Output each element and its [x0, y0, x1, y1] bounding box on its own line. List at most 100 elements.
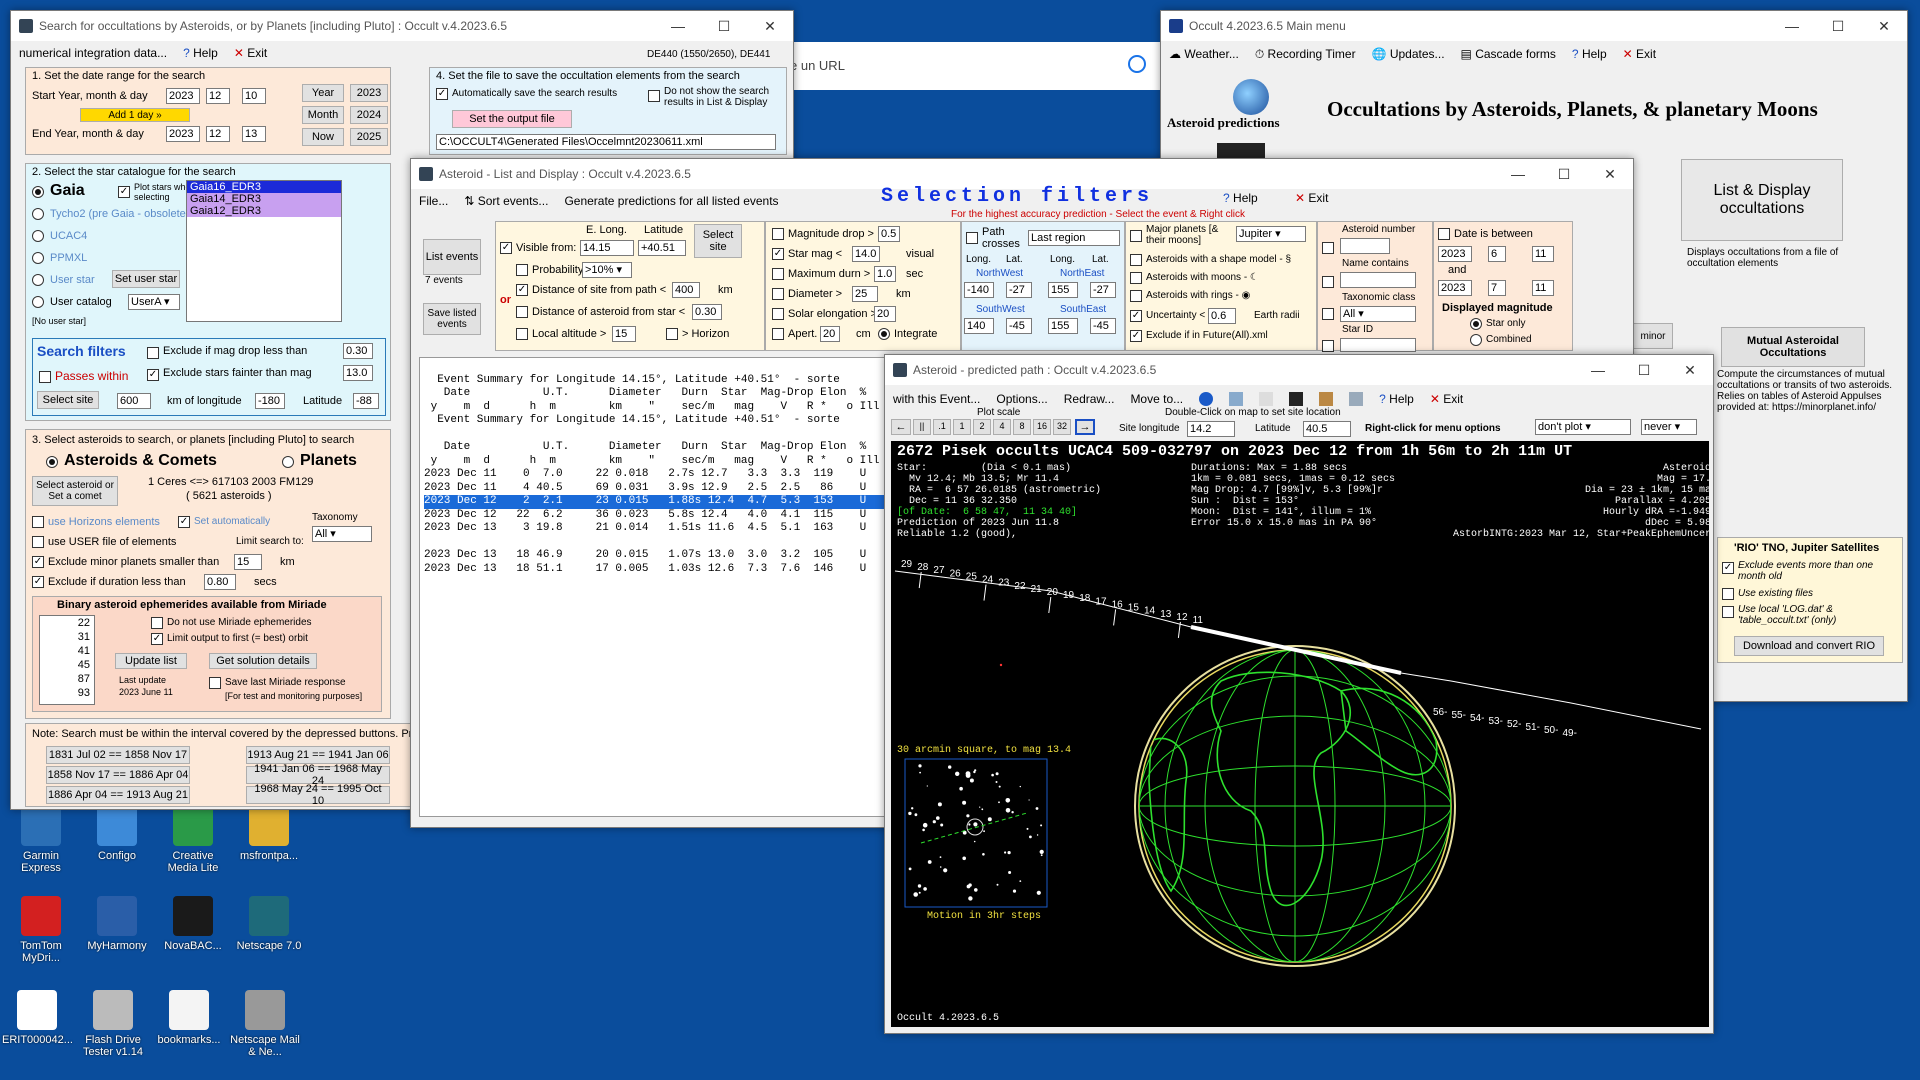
- select-asteroid-button[interactable]: Select asteroid or Set a comet: [32, 476, 118, 506]
- with-rings-checkbox[interactable]: [1130, 290, 1142, 302]
- ast-number-input[interactable]: [1340, 238, 1390, 254]
- minimize-button[interactable]: —: [1575, 355, 1621, 385]
- save-last-checkbox[interactable]: [209, 677, 221, 689]
- event-row[interactable]: [424, 536, 888, 550]
- desktop-icon[interactable]: MyHarmony: [82, 896, 152, 952]
- auto-save-checkbox[interactable]: ✓: [436, 88, 448, 100]
- dist-ast-checkbox[interactable]: [516, 306, 528, 318]
- interval-4[interactable]: 1941 Jan 06 == 1968 May 24: [246, 763, 390, 787]
- year-2025-button[interactable]: 2025: [350, 128, 388, 146]
- list-menu-help[interactable]: ? Help: [1223, 191, 1258, 205]
- desktop-icon[interactable]: TomTom MyDri...: [6, 896, 76, 964]
- menu-help[interactable]: ? Help: [1379, 392, 1414, 406]
- integrate-radio[interactable]: [878, 328, 890, 340]
- start-month[interactable]: 12: [206, 88, 230, 104]
- ne-lon[interactable]: 155: [1048, 282, 1078, 298]
- diameter-checkbox[interactable]: [772, 288, 784, 300]
- binary-item[interactable]: 41: [40, 644, 90, 658]
- rio-existing-checkbox[interactable]: [1722, 588, 1734, 600]
- set-output-button[interactable]: Set the output file: [452, 110, 572, 128]
- gaia-radio[interactable]: [32, 186, 44, 198]
- scale-button[interactable]: 16: [1033, 419, 1051, 435]
- chart-icon[interactable]: [1229, 392, 1244, 406]
- limit-first-checkbox[interactable]: ✓: [151, 633, 163, 645]
- earth-icon[interactable]: [1199, 392, 1214, 406]
- menu-cascade[interactable]: ▤ Cascade forms: [1461, 47, 1556, 61]
- combined-radio[interactable]: [1470, 334, 1482, 346]
- close-button[interactable]: ✕: [1587, 159, 1633, 189]
- user-catalog-select[interactable]: UserA ▾: [128, 294, 180, 310]
- set-auto-checkbox[interactable]: ✓: [178, 516, 190, 528]
- image-icon[interactable]: [1349, 392, 1364, 406]
- interval-3[interactable]: 1913 Aug 21 == 1941 Jan 06: [246, 746, 390, 764]
- list-events-button[interactable]: List events: [423, 239, 481, 275]
- se-lat[interactable]: -45: [1090, 318, 1116, 334]
- fainter-checkbox[interactable]: ✓: [147, 369, 159, 381]
- desktop-icon[interactable]: bookmarks...: [154, 990, 224, 1046]
- scale-button[interactable]: 1: [953, 419, 971, 435]
- minor-size-input[interactable]: 15: [234, 554, 262, 570]
- last-region-select[interactable]: Last region: [1028, 230, 1120, 246]
- exclude-minor-checkbox[interactable]: ✓: [32, 556, 44, 568]
- scale-button[interactable]: .1: [933, 419, 951, 435]
- interval-2[interactable]: 1886 Apr 04 == 1913 Aug 21: [46, 786, 190, 804]
- nw-lon[interactable]: -140: [964, 282, 994, 298]
- local-alt-input[interactable]: 15: [612, 326, 636, 342]
- menu-weather[interactable]: ☁ Weather...: [1169, 47, 1239, 61]
- interval-0[interactable]: 1831 Jul 02 == 1858 Nov 17: [46, 746, 190, 764]
- d1-month[interactable]: 6: [1488, 246, 1506, 262]
- gaia-list[interactable]: Gaia16_EDR3 Gaia14_EDR3 Gaia12_EDR3: [186, 180, 342, 322]
- binary-item[interactable]: 93: [40, 686, 90, 700]
- list-menu-exit[interactable]: ✕ Exit: [1295, 191, 1328, 205]
- scale-button[interactable]: 32: [1053, 419, 1071, 435]
- ast-number-checkbox[interactable]: [1322, 242, 1334, 254]
- mag-drop-input[interactable]: 0.30: [343, 343, 373, 359]
- menu-updates[interactable]: 🌐 Updates...: [1372, 47, 1445, 61]
- end-day[interactable]: 13: [242, 126, 266, 142]
- event-row[interactable]: 2023 Dec 11 0 7.0 22 0.018 2.7s 12.7 3.3…: [424, 468, 888, 482]
- local-alt-checkbox[interactable]: [516, 328, 528, 340]
- apert-input[interactable]: 20: [820, 326, 840, 342]
- date-between-checkbox[interactable]: [1438, 228, 1450, 240]
- mag-drop-checkbox[interactable]: [772, 228, 784, 240]
- close-button[interactable]: ✕: [747, 11, 793, 41]
- url-text[interactable]: e un URL: [790, 58, 845, 73]
- close-button[interactable]: ✕: [1667, 355, 1713, 385]
- elong-input[interactable]: 14.15: [580, 240, 634, 256]
- passes-within-checkbox[interactable]: [39, 371, 51, 383]
- event-row[interactable]: 2023 Dec 13 3 19.8 21 0.014 1.51s 11.6 4…: [424, 522, 888, 536]
- nw-lat[interactable]: -27: [1006, 282, 1032, 298]
- major-planets-checkbox[interactable]: [1130, 230, 1142, 242]
- shape-model-checkbox[interactable]: [1130, 254, 1142, 266]
- ppmxl-radio[interactable]: [32, 252, 44, 264]
- dist-site-checkbox[interactable]: ✓: [516, 284, 528, 296]
- earth-map[interactable]: 29 28 27 26 25 24 23 22 21 20 19 18 17 16 15 14 13 12 11 5…: [891, 441, 1709, 1027]
- tycho2-radio[interactable]: [32, 208, 44, 220]
- start-year[interactable]: 2023: [166, 88, 200, 104]
- site-lat-input[interactable]: 40.5: [1303, 421, 1351, 437]
- planets-radio[interactable]: [282, 456, 294, 468]
- path-plot[interactable]: 2672 Pisek occults UCAC4 509-032797 on 2…: [891, 441, 1709, 1027]
- d2-month[interactable]: 7: [1488, 280, 1506, 296]
- maximize-button[interactable]: ☐: [1621, 355, 1667, 385]
- scale-button[interactable]: 2: [973, 419, 991, 435]
- rio-exclude-checkbox[interactable]: ✓: [1722, 562, 1734, 574]
- visible-from-checkbox[interactable]: ✓: [500, 242, 512, 254]
- events-list[interactable]: Event Summary for Longitude 14.15°, Lati…: [419, 357, 889, 817]
- stars-icon[interactable]: [1259, 392, 1274, 406]
- dont-plot-select[interactable]: don't plot ▾: [1535, 419, 1631, 435]
- menu-recording-timer[interactable]: ⏱ Recording Timer: [1255, 47, 1356, 62]
- d2-day[interactable]: 11: [1532, 280, 1554, 296]
- menu-options[interactable]: Options...: [996, 392, 1047, 406]
- no-show-checkbox[interactable]: [648, 90, 660, 102]
- sw-lon[interactable]: 140: [964, 318, 994, 334]
- asteroids-radio[interactable]: [46, 456, 58, 468]
- event-row[interactable]: 2023 Dec 11 4 40.5 69 0.031 3.9s 12.9 2.…: [424, 482, 888, 496]
- se-lon[interactable]: 155: [1048, 318, 1078, 334]
- year-2024-button[interactable]: 2024: [350, 106, 388, 124]
- desktop-icon[interactable]: Netscape Mail & Ne...: [230, 990, 300, 1058]
- star-only-radio[interactable]: [1470, 318, 1482, 330]
- scale-next-button[interactable]: →: [1075, 419, 1095, 435]
- gaia-item-0[interactable]: Gaia16_EDR3: [187, 181, 341, 193]
- probability-select[interactable]: >10% ▾: [582, 262, 632, 278]
